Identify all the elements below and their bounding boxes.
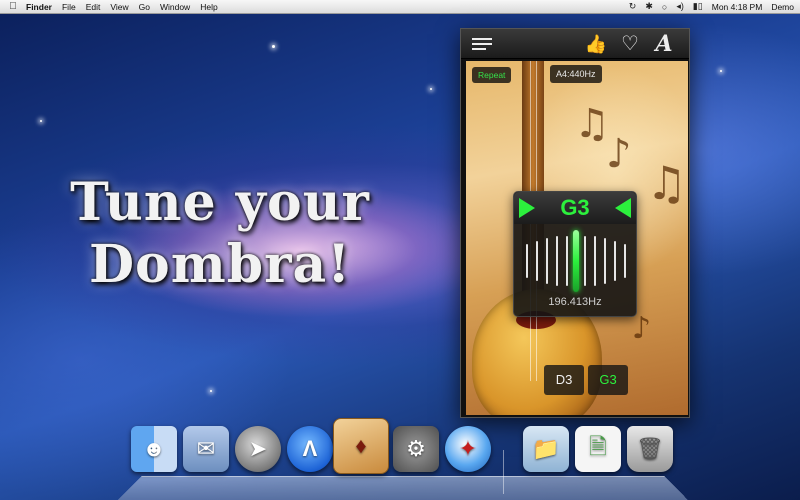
meter-tick bbox=[566, 236, 568, 286]
apple-icon[interactable]:  bbox=[6, 1, 20, 12]
dombra-tuner-icon[interactable]: ♦ bbox=[333, 418, 389, 474]
app-menu-finder[interactable]: Finder bbox=[26, 2, 52, 12]
menu-edit[interactable]: Edit bbox=[86, 2, 101, 12]
repeat-button[interactable]: Repeat bbox=[472, 67, 512, 83]
status-area: ↻ ✱ ○ ◂) ▮▯ Mon 4:18 PM Demo bbox=[629, 1, 794, 12]
meter-tick bbox=[546, 238, 548, 284]
meter-tick bbox=[536, 241, 538, 281]
music-note-icon: ♫ bbox=[574, 101, 610, 147]
meter-tick bbox=[526, 244, 528, 278]
meter-tick bbox=[614, 241, 616, 281]
trash-icon[interactable]: 🗑 bbox=[627, 426, 673, 472]
heart-icon[interactable]: ♡ bbox=[617, 33, 643, 55]
star bbox=[430, 88, 432, 90]
menu-window[interactable]: Window bbox=[160, 2, 190, 12]
launchpad-icon[interactable]: ➤ bbox=[235, 426, 281, 472]
documents-folder-icon[interactable]: 📁 bbox=[523, 426, 569, 472]
string-button-g3[interactable]: G3 bbox=[588, 365, 628, 395]
menu-bar:  Finder File Edit View Go Window Help ↻… bbox=[0, 0, 800, 14]
dock-shelf bbox=[118, 475, 688, 500]
font-icon[interactable]: A bbox=[651, 33, 677, 55]
tuner-background: ♫ ♪ ♫ ♪ Repeat A4:440Hz G3 196.413Hz D3 … bbox=[466, 61, 688, 415]
meter-tick bbox=[556, 236, 558, 286]
tuning-needle bbox=[573, 230, 579, 292]
mail-icon[interactable]: ✉ bbox=[183, 426, 229, 472]
meter-tick bbox=[624, 244, 626, 278]
menu-go[interactable]: Go bbox=[139, 2, 150, 12]
menu-help[interactable]: Help bbox=[200, 2, 217, 12]
music-note-icon: ♫ bbox=[646, 156, 688, 210]
meter-tick bbox=[594, 236, 596, 286]
dock-separator bbox=[503, 450, 504, 494]
headline-line-2: Dombra! bbox=[88, 234, 352, 295]
like-icon[interactable]: 👍 bbox=[583, 33, 609, 55]
star bbox=[272, 45, 275, 48]
detected-frequency: 196.413Hz bbox=[548, 296, 602, 308]
menu-file[interactable]: File bbox=[62, 2, 76, 12]
document-stack-icon[interactable]: 🗎 bbox=[575, 426, 621, 472]
music-note-icon: ♪ bbox=[632, 311, 652, 346]
volume-icon[interactable]: ◂) bbox=[676, 1, 684, 12]
safari-icon[interactable]: ✦ bbox=[445, 426, 491, 472]
star bbox=[720, 70, 722, 72]
meter-tick bbox=[604, 238, 606, 284]
tuning-meter bbox=[520, 230, 632, 292]
system-preferences-icon[interactable]: ⚙ bbox=[393, 426, 439, 472]
menu-clock[interactable]: Mon 4:18 PM bbox=[712, 2, 763, 12]
reference-pitch-button[interactable]: A4:440Hz bbox=[550, 65, 602, 83]
meter-tick bbox=[584, 236, 586, 286]
menu-user[interactable]: Demo bbox=[771, 2, 794, 12]
tune-down-arrow-icon bbox=[615, 198, 631, 218]
headline: Tune your Dombra! bbox=[30, 172, 410, 296]
string-button-d3[interactable]: D3 bbox=[544, 365, 584, 395]
tuner-app-window: 👍 ♡ A ♫ ♪ ♫ ♪ Repeat A4:440Hz G3 196.413… bbox=[460, 28, 690, 418]
time-machine-icon[interactable]: ↻ bbox=[629, 1, 637, 12]
tuner-panel: G3 196.413Hz bbox=[513, 191, 637, 317]
tuner-header: G3 bbox=[514, 192, 636, 224]
star bbox=[40, 120, 42, 122]
music-note-icon: ♪ bbox=[606, 131, 632, 177]
menu-icon[interactable] bbox=[469, 33, 495, 55]
app-store-icon[interactable]: Λ bbox=[287, 426, 333, 472]
app-toolbar: 👍 ♡ A bbox=[461, 29, 689, 59]
headline-line-1: Tune your bbox=[70, 172, 370, 233]
wifi-icon[interactable]: ○ bbox=[662, 2, 667, 12]
finder-icon[interactable]: ☻ bbox=[131, 426, 177, 472]
bluetooth-icon[interactable]: ✱ bbox=[645, 1, 653, 12]
star bbox=[210, 390, 212, 392]
battery-icon[interactable]: ▮▯ bbox=[693, 1, 703, 12]
menu-view[interactable]: View bbox=[110, 2, 128, 12]
